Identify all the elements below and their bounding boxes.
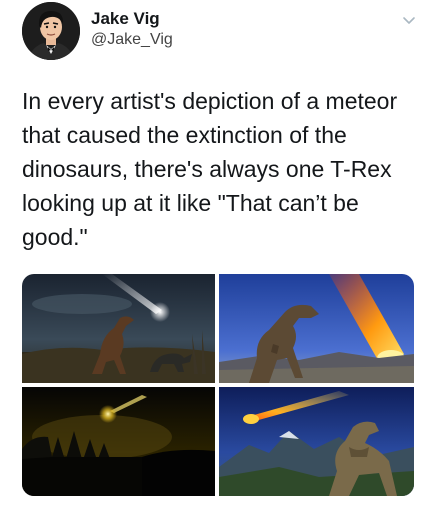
tweet-text: In every artist's depiction of a meteor …	[22, 88, 398, 250]
media-photo-2[interactable]	[219, 274, 414, 383]
chevron-down-icon[interactable]	[401, 12, 417, 28]
display-name[interactable]: Jake Vig	[91, 8, 173, 29]
trex-looking-at-meteor-photo-icon	[219, 274, 414, 383]
media-grid	[22, 274, 414, 496]
user-handle[interactable]: @Jake_Vig	[91, 29, 173, 51]
media-photo-3[interactable]	[22, 387, 215, 496]
avatar[interactable]	[22, 2, 80, 60]
media-photo-1[interactable]	[22, 274, 215, 383]
meteor-over-forest-photo-icon	[22, 387, 215, 496]
media-photo-4[interactable]	[219, 387, 414, 496]
user-names: Jake Vig @Jake_Vig	[91, 8, 173, 51]
meteor-over-dinosaurs-night-photo-icon	[22, 274, 215, 383]
tweet-card: Jake Vig @Jake_Vig In every artist's dep…	[0, 0, 435, 519]
dinosaur-meteor-over-mountains-photo-icon	[219, 387, 414, 496]
cartoon-spy-avatar-icon	[22, 2, 80, 60]
